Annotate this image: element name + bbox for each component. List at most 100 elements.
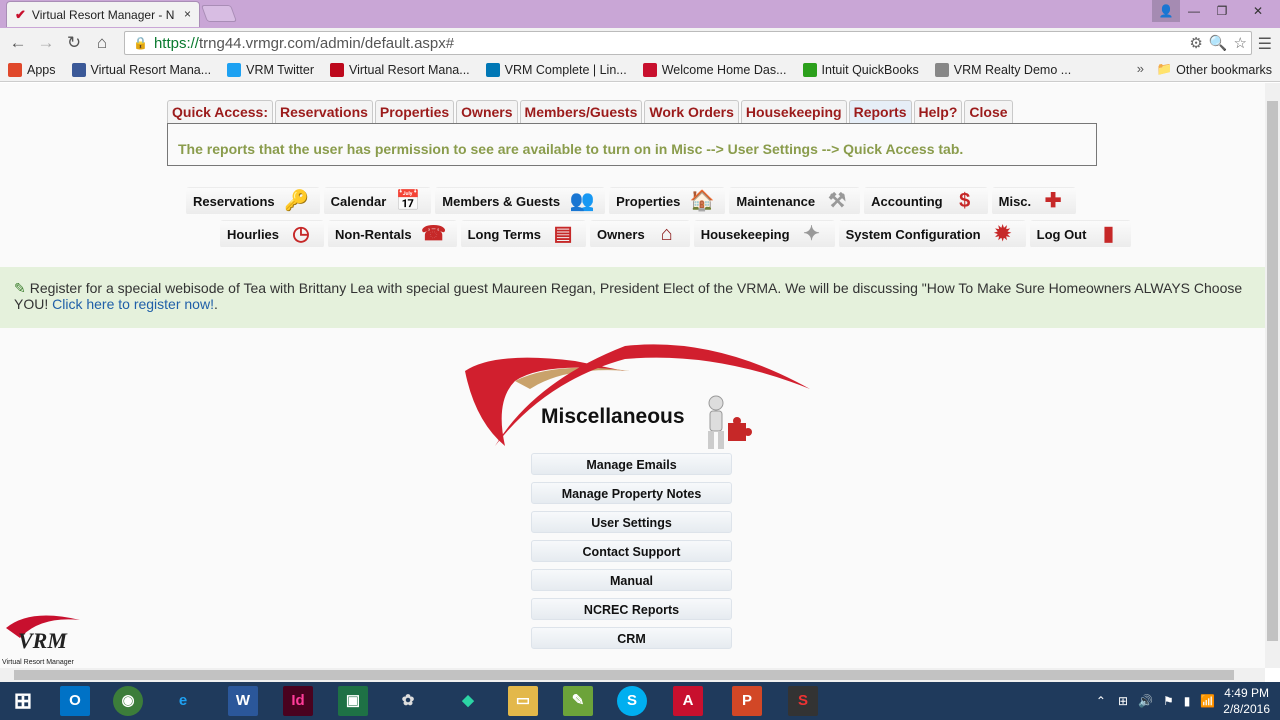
nav-members-guests-button[interactable]: Members & Guests 👥 bbox=[435, 187, 606, 215]
restore-button[interactable]: ❐ bbox=[1208, 0, 1236, 22]
leaf-icon: ✎ bbox=[14, 280, 26, 296]
nav-long-terms-button[interactable]: Long Terms ▤ bbox=[460, 220, 587, 248]
paint-icon[interactable]: ✿ bbox=[393, 686, 423, 716]
reload-icon[interactable]: ↻ bbox=[60, 33, 88, 53]
windows-icon[interactable]: ⊞ bbox=[1118, 694, 1128, 708]
file-explorer-icon[interactable]: ▭ bbox=[508, 686, 538, 716]
tray-expand-icon[interactable]: ⌃ bbox=[1096, 694, 1106, 708]
bookmark-virtual-resort-mana[interactable]: Virtual Resort Mana... bbox=[330, 62, 470, 77]
bookmarks-overflow-icon[interactable]: » bbox=[1137, 61, 1144, 76]
misc-manual-button[interactable]: Manual bbox=[531, 569, 732, 591]
zoom-icon[interactable]: 🔍 bbox=[1209, 34, 1228, 52]
volume-icon[interactable]: 🔊 bbox=[1138, 694, 1153, 708]
outlook-icon[interactable]: O bbox=[60, 686, 90, 716]
nav-label: Hourlies bbox=[227, 226, 280, 242]
nav-label: Reservations bbox=[193, 193, 275, 209]
forward-icon[interactable]: → bbox=[32, 33, 60, 53]
quick-access-tab-work-orders[interactable]: Work Orders bbox=[644, 100, 739, 123]
app-icon[interactable]: ◆ bbox=[453, 686, 483, 716]
nav-reservations-button[interactable]: Reservations 🔑 bbox=[186, 187, 320, 215]
register-link[interactable]: Click here to register now! bbox=[52, 296, 214, 312]
nav-accounting-button[interactable]: Accounting $ bbox=[864, 187, 988, 215]
nav-owners-button[interactable]: Owners ⌂ bbox=[590, 220, 690, 248]
misc-user-settings-button[interactable]: User Settings bbox=[531, 511, 732, 533]
word-icon[interactable]: W bbox=[228, 686, 258, 716]
quick-access-tab-members-guests[interactable]: Members/Guests bbox=[519, 100, 643, 123]
network-icon[interactable]: 📶 bbox=[1200, 694, 1215, 708]
quick-access-tab-housekeeping[interactable]: Housekeeping bbox=[740, 100, 847, 123]
close-window-button[interactable]: ✕ bbox=[1236, 0, 1280, 22]
quickbooks-icon bbox=[802, 62, 817, 77]
browser-title-bar: ✔ Virtual Resort Manager - N × 👤 — ❐ ✕ bbox=[0, 0, 1280, 28]
page-content: Quick Access: Reservations Properties Owner… bbox=[0, 83, 1265, 668]
misc-ncrec-reports-button[interactable]: NCREC Reports bbox=[531, 598, 732, 620]
url-scheme: https:// bbox=[153, 34, 199, 52]
action-center-icon[interactable]: ⚑ bbox=[1163, 694, 1174, 708]
bookmark-vrm-complete-lin[interactable]: VRM Complete | Lin... bbox=[485, 62, 627, 77]
misc-crm-button[interactable]: CRM bbox=[531, 627, 732, 649]
scrollbar-thumb[interactable] bbox=[1267, 101, 1278, 641]
new-tab-button[interactable] bbox=[200, 5, 238, 22]
bookmark-vrm-twitter[interactable]: VRM Twitter bbox=[227, 62, 314, 77]
home-icon[interactable]: ⌂ bbox=[88, 33, 116, 53]
chrome-icon[interactable]: ◉ bbox=[113, 686, 143, 716]
horizontal-scrollbar[interactable] bbox=[0, 668, 1265, 682]
vrm-check-icon: ✔ bbox=[15, 6, 26, 22]
powerpoint-icon[interactable]: P bbox=[732, 686, 762, 716]
acrobat-icon[interactable]: A bbox=[673, 686, 703, 716]
quick-access-tab-reports[interactable]: Reports bbox=[848, 100, 912, 123]
tab-close-icon[interactable]: × bbox=[184, 7, 191, 21]
address-bar[interactable]: 🔒 https://trng44.vrmgr.com/admin/default… bbox=[124, 31, 1252, 55]
bookmark-virtual-resort-mana[interactable]: Virtual Resort Mana... bbox=[71, 62, 211, 77]
back-icon[interactable]: ← bbox=[4, 33, 32, 53]
bookmark-apps[interactable]: Apps bbox=[8, 62, 56, 77]
system-tray: ⌃ ⊞ 🔊 ⚑ ▮ 📶 4:49 PM 2/8/2016 bbox=[1096, 682, 1280, 720]
misc-contact-support-button[interactable]: Contact Support bbox=[531, 540, 732, 562]
nav-non-rentals-button[interactable]: Non-Rentals ☎ bbox=[328, 220, 457, 248]
browser-toolbar: ← → ↻ ⌂ 🔒 https://trng44.vrmgr.com/admin… bbox=[0, 28, 1280, 58]
indesign-icon[interactable]: Id bbox=[283, 686, 313, 716]
snagit-icon[interactable]: S bbox=[788, 686, 818, 716]
nav-calendar-button[interactable]: Calendar 📅 bbox=[323, 187, 432, 215]
nav-maintenance-button[interactable]: Maintenance ⚒ bbox=[729, 187, 861, 215]
vertical-scrollbar[interactable] bbox=[1265, 83, 1280, 668]
exit-door-icon: ▮ bbox=[1102, 223, 1114, 245]
star-icon[interactable]: ☆ bbox=[1234, 34, 1247, 52]
misc-manage-property-notes-button[interactable]: Manage Property Notes bbox=[531, 482, 732, 504]
store-icon[interactable]: ▣ bbox=[338, 686, 368, 716]
bookmark-label: Welcome Home Das... bbox=[661, 62, 787, 77]
windows-start-icon[interactable]: ⊞ bbox=[8, 686, 38, 716]
quick-access-tab-reservations[interactable]: Reservations bbox=[274, 100, 373, 123]
browser-tab[interactable]: ✔ Virtual Resort Manager - N × bbox=[6, 1, 200, 27]
clock[interactable]: 4:49 PM 2/8/2016 bbox=[1223, 685, 1270, 717]
bookmark-welcome-home-das[interactable]: Welcome Home Das... bbox=[642, 62, 787, 77]
nav-properties-button[interactable]: Properties 🏠 bbox=[609, 187, 726, 215]
other-bookmarks[interactable]: 📁 Other bookmarks bbox=[1157, 62, 1272, 77]
nav-label: Owners bbox=[597, 226, 645, 242]
bookmark-intuit-quickbooks[interactable]: Intuit QuickBooks bbox=[802, 62, 919, 77]
nav-housekeeping-button[interactable]: Housekeeping ✦ bbox=[693, 220, 835, 248]
nav-label: Long Terms bbox=[467, 226, 542, 242]
misc-manage-emails-button[interactable]: Manage Emails bbox=[531, 453, 732, 475]
bookmark-label: VRM Twitter bbox=[246, 62, 314, 77]
nav-label: System Configuration bbox=[845, 226, 981, 242]
menu-icon[interactable]: ☰ bbox=[1258, 34, 1272, 54]
nav-system-configuration-button[interactable]: System Configuration ✹ bbox=[838, 220, 1026, 248]
skype-icon[interactable]: S bbox=[617, 686, 647, 716]
quick-access-tab-close[interactable]: Close bbox=[964, 100, 1013, 123]
minimize-button[interactable]: — bbox=[1180, 0, 1208, 22]
scrollbar-thumb[interactable] bbox=[14, 670, 1234, 680]
nav-log-out-button[interactable]: Log Out ▮ bbox=[1029, 220, 1132, 248]
bookmark-vrm-realty-demo[interactable]: VRM Realty Demo ... bbox=[934, 62, 1071, 77]
misc-menu: Manage Emails Manage Property Notes User S… bbox=[531, 453, 732, 656]
nav-hourlies-button[interactable]: Hourlies ◷ bbox=[220, 220, 325, 248]
notepad-icon[interactable]: ✎ bbox=[563, 686, 593, 716]
quick-access-tab-properties[interactable]: Properties bbox=[374, 100, 455, 123]
extension-icon[interactable]: ⚙ bbox=[1189, 34, 1202, 52]
quick-access-tab-owners[interactable]: Owners bbox=[456, 100, 518, 123]
nav-misc-button[interactable]: Misc. ✚ bbox=[991, 187, 1077, 215]
quick-access-tab-help[interactable]: Help? bbox=[913, 100, 963, 123]
internet-explorer-icon[interactable]: e bbox=[168, 686, 198, 716]
user-profile-icon[interactable]: 👤 bbox=[1152, 0, 1180, 22]
battery-icon[interactable]: ▮ bbox=[1184, 694, 1191, 708]
